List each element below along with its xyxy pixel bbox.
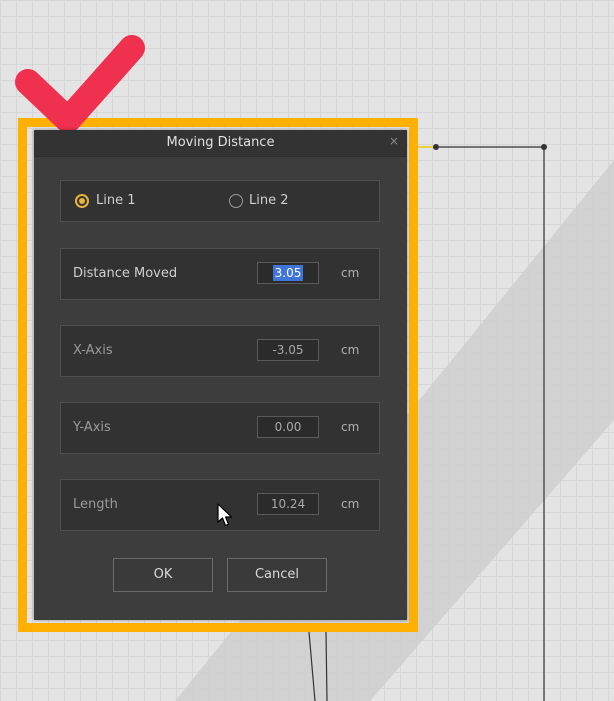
close-icon[interactable]: × bbox=[389, 134, 399, 148]
distance-moved-label: Distance Moved bbox=[73, 266, 178, 281]
y-axis-label: Y-Axis bbox=[73, 420, 111, 435]
distance-moved-value: 3.05 bbox=[272, 265, 304, 281]
y-axis-unit: cm bbox=[341, 420, 360, 434]
y-axis-row: Y-Axis 0.00 cm bbox=[60, 402, 380, 454]
dialog-title: Moving Distance bbox=[166, 135, 275, 150]
distance-moved-input[interactable]: 3.05 bbox=[257, 262, 319, 284]
pattern-point bbox=[433, 144, 439, 150]
length-input[interactable]: 10.24 bbox=[257, 493, 319, 515]
distance-moved-row: Distance Moved 3.05 cm bbox=[60, 248, 380, 300]
pattern-point bbox=[541, 144, 547, 150]
line-selection-group: Line 1 Line 2 bbox=[60, 180, 380, 222]
radio-line1-label[interactable]: Line 1 bbox=[96, 193, 136, 208]
x-axis-row: X-Axis -3.05 cm bbox=[60, 325, 380, 377]
x-axis-input[interactable]: -3.05 bbox=[257, 339, 319, 361]
x-axis-unit: cm bbox=[341, 343, 360, 357]
checkmark-icon bbox=[15, 35, 145, 133]
mouse-cursor-icon bbox=[217, 503, 233, 527]
moving-distance-dialog: Moving Distance × Line 1 Line 2 Distance… bbox=[34, 130, 407, 620]
radio-checked-icon[interactable] bbox=[75, 194, 89, 208]
cancel-button[interactable]: Cancel bbox=[227, 558, 327, 592]
dialog-titlebar[interactable]: Moving Distance × bbox=[34, 130, 407, 157]
x-axis-label: X-Axis bbox=[73, 343, 113, 358]
y-axis-input[interactable]: 0.00 bbox=[257, 416, 319, 438]
length-unit: cm bbox=[341, 497, 360, 511]
ok-button[interactable]: OK bbox=[113, 558, 213, 592]
radio-line2-label[interactable]: Line 2 bbox=[249, 193, 289, 208]
length-label: Length bbox=[73, 497, 118, 512]
radio-unchecked-icon[interactable] bbox=[229, 194, 243, 208]
distance-moved-unit: cm bbox=[341, 266, 360, 280]
